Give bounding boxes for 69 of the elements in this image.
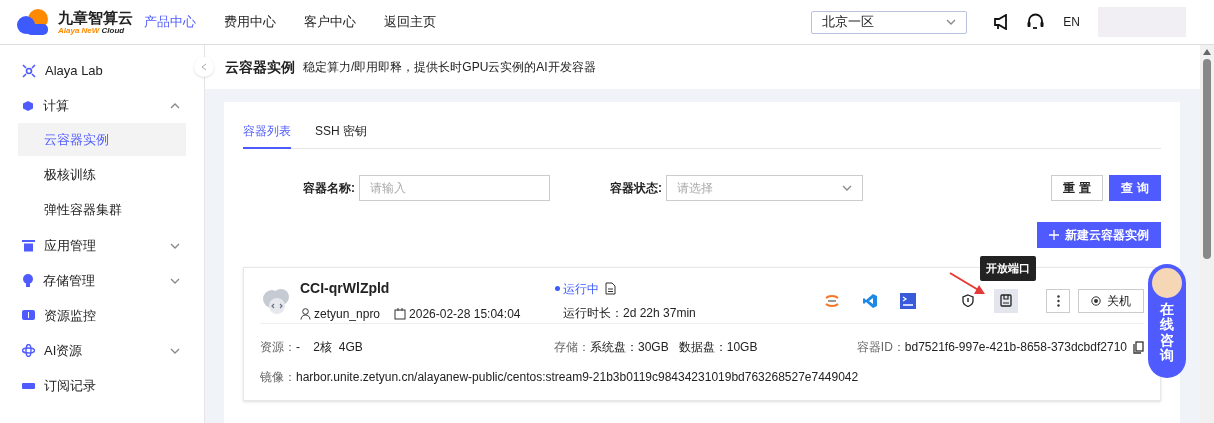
calendar-icon [394, 308, 407, 320]
power-icon [1091, 295, 1101, 306]
search-button[interactable]: 查 询 [1109, 175, 1161, 201]
shutdown-button[interactable]: 关机 [1078, 288, 1144, 313]
logo-tagline: Alaya NeW Cloud [58, 26, 125, 35]
language-toggle[interactable]: EN [1063, 13, 1080, 31]
monitor-icon [22, 309, 35, 322]
chevron-down-icon [842, 183, 852, 193]
planet-logo-icon [824, 292, 840, 309]
atom-icon [22, 344, 35, 357]
filter-label: 容器名称: [303, 180, 355, 197]
nav-link[interactable]: 客户中心 [304, 12, 356, 32]
page-subtitle: 稳定算力/即用即释，提供长时GPU云实例的AI开发容器 [303, 59, 596, 76]
page-title: 云容器实例 [225, 57, 295, 77]
user-icon [300, 308, 311, 320]
sidebar-item[interactable]: 计算 [0, 88, 190, 123]
nav-link[interactable]: 费用中心 [224, 12, 276, 32]
chevron-down-icon [946, 17, 957, 27]
plus-icon [1049, 230, 1059, 240]
tooltip: 开放端口 [980, 256, 1036, 281]
sidebar-item[interactable]: AI资源 [0, 333, 190, 368]
storage-text: 存储：系统盘：30GB 数据盘：10GB [554, 339, 758, 356]
sidebar-subitem[interactable]: 云容器实例 [18, 123, 186, 156]
sidebar-subitem[interactable]: 极核训练 [18, 158, 186, 191]
avatar-placeholder [1152, 268, 1182, 298]
reset-button[interactable]: 重 置 [1051, 175, 1103, 201]
instance-name: CCI-qrWlZpld [300, 279, 391, 298]
chat-label: 在线咨询 [1160, 302, 1174, 364]
annotation-arrow [948, 270, 988, 297]
sidebar-subitem[interactable]: 弹性容器集群 [18, 193, 186, 226]
tab[interactable]: 容器列表 [243, 122, 291, 149]
create-instance-button[interactable]: 新建云容器实例 [1037, 222, 1161, 248]
nav-link[interactable]: 返回主页 [384, 12, 436, 32]
name-input[interactable]: 请输入 [359, 175, 550, 201]
sidebar-item[interactable]: 应用管理 [0, 228, 190, 263]
resource-text: 资源：- 2核 4GB [260, 339, 364, 356]
sidebar-item[interactable]: 存储管理 [0, 263, 190, 298]
more-button[interactable] [1046, 288, 1070, 313]
owner-name: zetyun_npro [314, 306, 381, 323]
sidebar-item[interactable]: 订阅记录 [0, 368, 190, 403]
headset-icon[interactable] [1026, 12, 1046, 32]
logo-name: 九章智算云 [58, 9, 133, 25]
nav-link[interactable]: 产品中心 [144, 12, 196, 32]
tool-button[interactable] [994, 288, 1018, 313]
chat-widget[interactable]: 在线咨询 [1148, 264, 1186, 378]
image-text: 镜像：harbor.unite.zetyun.cn/alayanew-public/centos:stream9-21b3b0119c98434231019bd763268527e7449042 [260, 369, 860, 386]
card-icon [22, 380, 35, 391]
region-select[interactable]: 北京一区 [811, 10, 968, 34]
sidebar-item[interactable]: Alaya Lab [0, 53, 190, 88]
bulb-icon [22, 274, 34, 287]
tab[interactable]: SSH 密钥 [315, 122, 367, 149]
box-icon [22, 239, 35, 252]
cube-icon [22, 99, 34, 112]
scroll-up-icon[interactable] [1203, 49, 1211, 55]
container-id-text: 容器ID：bd7521f6-997e-421b-8658-373dcbdf2710 [856, 339, 1127, 356]
chevron-left-icon [201, 63, 207, 71]
status-label: 运行中 [555, 279, 599, 298]
port-icon [1000, 294, 1012, 307]
code-editor-icon [862, 292, 878, 309]
more-icon [1056, 294, 1060, 307]
runtime-text: 运行时长：2d 22h 37min [563, 304, 697, 322]
filter-label: 容器状态: [610, 180, 662, 197]
created-time: 2026-02-28 15:04:04 [409, 306, 521, 323]
shield-icon [962, 294, 974, 307]
atom-icon [22, 63, 36, 78]
terminal-icon [900, 292, 916, 309]
sidebar-item[interactable]: 资源监控 [0, 298, 190, 333]
copy-icon[interactable] [1133, 340, 1144, 354]
document-icon[interactable] [605, 282, 616, 295]
